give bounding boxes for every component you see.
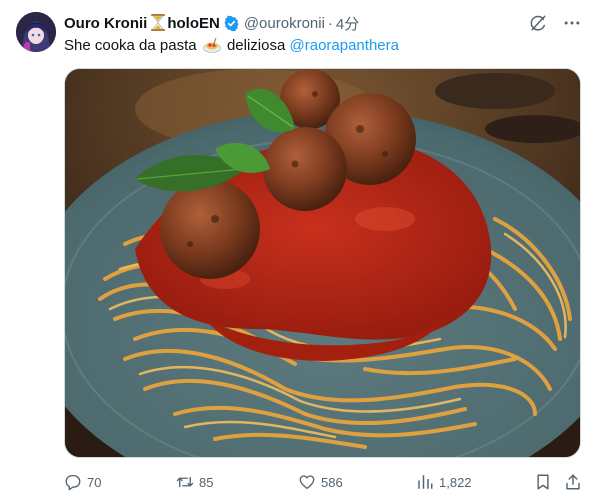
repost-button[interactable]: 85	[176, 473, 213, 491]
repost-count: 85	[199, 474, 214, 490]
verified-badge-icon	[223, 15, 240, 32]
mention-link[interactable]: @raorapanthera	[290, 37, 399, 54]
more-icon[interactable]	[562, 13, 582, 33]
tweet-text-prefix: She cooka da pasta	[64, 37, 197, 54]
tweet-card[interactable]: Ouro Kronii holoEN @ourokronii · 4分 She …	[0, 0, 598, 503]
spaghetti-photo	[65, 69, 580, 457]
repost-icon	[176, 473, 194, 491]
hourglass-emoji-icon	[148, 14, 166, 32]
share-icon	[564, 473, 582, 491]
share-button[interactable]	[564, 473, 582, 491]
affiliation-label[interactable]: holoEN	[167, 15, 220, 32]
tweet-text: She cooka da pasta deliziosa @raorapanth…	[64, 36, 399, 56]
tweet-image[interactable]	[64, 68, 581, 458]
grok-icon[interactable]	[528, 13, 548, 33]
header-actions	[528, 13, 582, 33]
avatar[interactable]	[16, 12, 56, 52]
reply-button[interactable]: 70	[64, 473, 101, 491]
timestamp[interactable]: 4分	[336, 13, 359, 34]
reply-count: 70	[87, 474, 102, 490]
tweet-header: Ouro Kronii holoEN @ourokronii · 4分	[64, 13, 582, 33]
display-name[interactable]: Ouro Kronii	[64, 15, 147, 32]
heart-icon	[298, 473, 316, 491]
views-button[interactable]: 1,822	[416, 473, 472, 491]
spaghetti-emoji-icon	[202, 37, 221, 53]
view-count: 1,822	[439, 474, 472, 490]
bookmark-button[interactable]	[534, 473, 552, 491]
reply-icon	[64, 473, 82, 491]
tweet-actions: 70 85 586 1,822	[64, 472, 582, 492]
tweet-text-suffix: deliziosa	[226, 37, 286, 54]
like-count: 586	[321, 474, 343, 490]
views-chart-icon	[416, 473, 434, 491]
bookmark-icon	[534, 473, 552, 491]
handle[interactable]: @ourokronii	[244, 15, 325, 32]
like-button[interactable]: 586	[298, 473, 343, 491]
separator-dot: ·	[327, 14, 333, 32]
